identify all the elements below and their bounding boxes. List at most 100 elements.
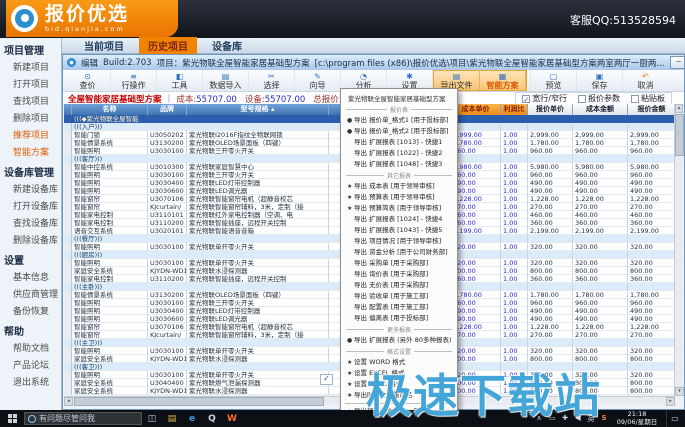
header-price-amount[interactable]: 报价金额 xyxy=(628,104,676,115)
row-selector[interactable] xyxy=(64,259,72,267)
select-button[interactable]: ✂选择 xyxy=(249,70,295,91)
preview-button[interactable]: ▢预览 xyxy=(530,70,576,91)
sidebar-item-删除项目[interactable]: 删除项目 xyxy=(0,109,61,126)
row-selector[interactable] xyxy=(64,307,72,315)
smart-plan-button[interactable]: ▦智能方案 xyxy=(480,71,526,90)
tab-历史项目[interactable]: 历史项目 xyxy=(139,37,197,54)
row-selector[interactable] xyxy=(64,227,72,235)
taskbar-search-input[interactable]: 有问题尽管问我 xyxy=(24,412,142,425)
sidebar-item-查找设备库[interactable]: 查找设备库 xyxy=(0,214,61,231)
menu-item[interactable]: 导出 资金分析 [用于公司财务部] xyxy=(341,247,457,258)
row-selector[interactable] xyxy=(64,115,72,123)
row-selector[interactable] xyxy=(64,387,72,395)
edge-browser-icon[interactable]: e xyxy=(182,414,202,424)
row-selector[interactable] xyxy=(64,131,72,139)
row-selector[interactable] xyxy=(64,291,72,299)
menu-item[interactable]: ★导出 预算表 [用于领导审核] xyxy=(341,192,457,203)
wps-icon[interactable]: W xyxy=(222,414,242,424)
check-price-button[interactable]: ⊙查价 xyxy=(65,70,111,91)
sidebar-item-打开项目[interactable]: 打开项目 xyxy=(0,75,61,92)
header-price[interactable]: 报价单价 xyxy=(528,104,573,115)
save-button[interactable]: ▣保存 xyxy=(576,70,622,91)
menu-item[interactable]: 导出 扩展报表 [1043] - 快捷5 xyxy=(341,225,457,236)
sidebar-item-查找项目[interactable]: 查找项目 xyxy=(0,92,61,109)
undo-button[interactable]: ↶取消 xyxy=(622,70,668,91)
sidebar-item-推荐项目[interactable]: 推荐项目 xyxy=(0,126,61,143)
checkbox-box-icon[interactable] xyxy=(578,95,586,103)
sidebar-item-帮助文档[interactable]: 帮助文档 xyxy=(0,339,61,356)
sidebar-item-新建设备库[interactable]: 新建设备库 xyxy=(0,180,61,197)
checkbox-报价参数[interactable]: 报价参数 xyxy=(578,93,620,104)
row-selector[interactable] xyxy=(64,155,72,163)
menu-item[interactable]: 导出 配置表 [用于施工部] xyxy=(341,302,457,313)
action-center-button[interactable]: ▭ xyxy=(666,410,683,427)
header-brand[interactable]: 品牌 xyxy=(148,104,187,115)
menu-item[interactable]: 导出 项目情况 [用于领导审核] xyxy=(341,236,457,247)
menu-item[interactable]: ●导出 报价单_格式1 [用于投标部] xyxy=(341,115,457,126)
sidebar-item-供应商管理[interactable]: 供应商管理 xyxy=(0,285,61,302)
row-selector[interactable] xyxy=(64,139,72,147)
row-selector[interactable] xyxy=(64,299,72,307)
sidebar-item-删除设备库[interactable]: 删除设备库 xyxy=(0,231,61,248)
header-name[interactable]: 名称 xyxy=(72,104,148,115)
row-selector[interactable] xyxy=(64,275,72,283)
header-model[interactable]: 型号规格 ▴ xyxy=(187,104,329,115)
menu-item[interactable]: ★导出 成本表 [用于领导审核] xyxy=(341,181,457,192)
minimize-button[interactable]: ─ xyxy=(670,56,684,69)
menu-item[interactable]: ★导出 预算简表 [用于领导审核] xyxy=(341,203,457,214)
scroll-left-icon[interactable]: ◂ xyxy=(64,397,73,406)
row-selector[interactable] xyxy=(64,187,72,195)
menu-item[interactable]: 导出 扩展报表 [1048] - 快捷3 xyxy=(341,159,457,170)
row-selector[interactable] xyxy=(64,331,72,339)
row-selector[interactable] xyxy=(64,235,72,243)
checkbox-box-icon[interactable] xyxy=(631,95,639,103)
wizard-button[interactable]: ✎向导 xyxy=(295,70,341,91)
row-selector[interactable] xyxy=(64,203,72,211)
sidebar-item-退出系统[interactable]: 退出系统 xyxy=(0,373,61,390)
sidebar-item-基本信息[interactable]: 基本信息 xyxy=(0,268,61,285)
header-ratio[interactable]: 利润比 xyxy=(501,104,528,115)
row-selector[interactable] xyxy=(64,195,72,203)
menu-item[interactable]: ●导出 扩展报表 (另外 80多种报表) xyxy=(341,335,457,346)
row-selector[interactable] xyxy=(64,283,72,291)
checkbox-粘贴板[interactable]: 粘贴板 xyxy=(631,93,665,104)
start-button[interactable] xyxy=(0,410,24,427)
row-selector[interactable] xyxy=(64,347,72,355)
scroll-right-icon[interactable]: ▸ xyxy=(666,397,675,406)
row-selector[interactable] xyxy=(64,147,72,155)
scroll-down-icon[interactable]: ▾ xyxy=(675,387,684,396)
menu-item[interactable]: 导出 扩展报表 [1024] - 快捷4 xyxy=(341,214,457,225)
row-selector[interactable] xyxy=(64,123,72,131)
menu-item[interactable]: 导出 验收单 [用于施工部] xyxy=(341,291,457,302)
menu-item[interactable]: ●导出 报价单_格式2 [用于投标部] xyxy=(341,126,457,137)
row-selector[interactable] xyxy=(64,211,72,219)
row-selector[interactable] xyxy=(64,163,72,171)
tray-wps-icon[interactable]: S xyxy=(600,414,608,424)
header-cost[interactable]: 成本单价 xyxy=(451,104,501,115)
row-selector[interactable] xyxy=(64,355,72,363)
row-selector[interactable] xyxy=(64,339,72,347)
qq-icon[interactable]: Q xyxy=(202,414,222,424)
window-titlebar[interactable]: 编辑 Build:2.703 项目：紫光物联全屋智能家居基础型方案 [c:\pr… xyxy=(63,55,684,70)
menu-item[interactable]: 导出 采购单 [用于采购部] xyxy=(341,258,457,269)
row-selector[interactable] xyxy=(64,267,72,275)
row-actions-button[interactable]: ≡行操作 xyxy=(111,70,157,91)
menu-item[interactable]: 导出 偏离表 [用于投标部] xyxy=(341,313,457,324)
vertical-scrollbar[interactable]: ▴ ▾ xyxy=(674,104,683,396)
row-selector[interactable] xyxy=(64,243,72,251)
menu-item[interactable]: 导出 扩展报表 [1013] - 快捷1 xyxy=(341,137,457,148)
row-selector[interactable] xyxy=(64,179,72,187)
taskbar-clock[interactable]: 21:18 09/06/星期日 xyxy=(613,411,661,426)
tab-设备库[interactable]: 设备库 xyxy=(203,37,251,54)
task-view-button[interactable]: ◫ xyxy=(142,414,162,424)
sidebar-item-备份恢复[interactable]: 备份恢复 xyxy=(0,302,61,319)
menu-item[interactable]: 导出 无价表 [用于采购部] xyxy=(341,280,457,291)
sidebar-item-新建项目[interactable]: 新建项目 xyxy=(0,58,61,75)
menu-item[interactable]: 导出 扩展报表 [1022] - 快捷2 xyxy=(341,148,457,159)
checkbox-box-icon[interactable]: ✓ xyxy=(522,95,530,103)
tab-当前项目[interactable]: 当前项目 xyxy=(75,37,133,54)
row-selector[interactable] xyxy=(64,315,72,323)
row-selector[interactable] xyxy=(64,219,72,227)
row-selector[interactable] xyxy=(64,323,72,331)
row-selector[interactable] xyxy=(64,371,72,379)
